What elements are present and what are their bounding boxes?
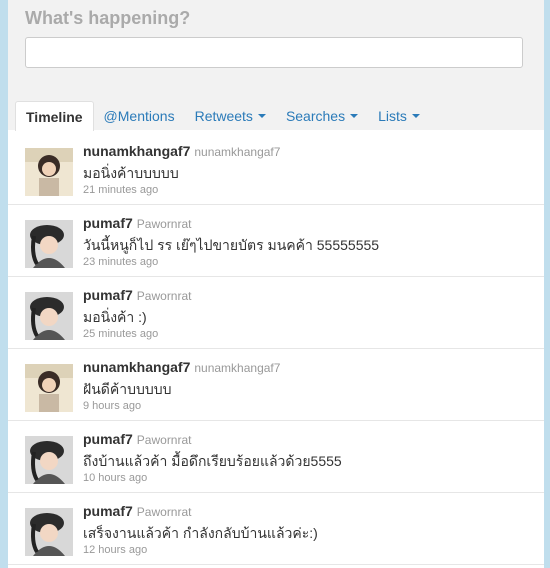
avatar-b-icon bbox=[25, 220, 73, 268]
tab-searches[interactable]: Searches bbox=[276, 101, 368, 131]
timeline-tabs: Timeline @Mentions Retweets Searches Lis… bbox=[15, 101, 430, 131]
compose-title: What's happening? bbox=[25, 8, 191, 28]
tweet-text: ถึงบ้านแล้วค้า มื้อดึกเรียบร้อยแล้วด้วย5… bbox=[83, 453, 342, 469]
tweet-realname: nunamkhangaf7 bbox=[194, 145, 281, 159]
tweet-text: วันนี้หนูก็ไป รร เย๊ๆไปขายบัตร มนคค้า 55… bbox=[83, 237, 380, 253]
avatar-a-icon bbox=[25, 148, 73, 196]
tweet-text: เสร็จงานแล้วค้า กำลังกลับบ้านแล้วค่ะ:) bbox=[83, 525, 318, 541]
tweet-timestamp[interactable]: 21 minutes ago bbox=[83, 184, 158, 196]
tweet-username[interactable]: pumaf7 Pawornrat bbox=[83, 431, 192, 447]
chevron-down-icon bbox=[411, 114, 420, 118]
chevron-down-icon bbox=[257, 114, 266, 118]
avatar[interactable] bbox=[25, 148, 73, 196]
tab-timeline[interactable]: Timeline bbox=[15, 101, 94, 131]
tweet-timestamp[interactable]: 25 minutes ago bbox=[83, 328, 158, 340]
twitter-panel: What's happening? Timeline @Mentions Ret… bbox=[8, 0, 544, 568]
avatar-b-icon bbox=[25, 292, 73, 340]
tweet-text: ฝันดีค้าบบบบบ bbox=[83, 381, 172, 397]
tweet-item[interactable]: nunamkhangaf7 nunamkhangaf7 มอนิ่งค้าบบบบ… bbox=[8, 133, 544, 205]
tweet-username[interactable]: nunamkhangaf7 nunamkhangaf7 bbox=[83, 143, 280, 159]
tweet-username[interactable]: pumaf7 Pawornrat bbox=[83, 215, 192, 231]
timeline-list: nunamkhangaf7 nunamkhangaf7 มอนิ่งค้าบบบบ… bbox=[8, 133, 544, 565]
avatar-b-icon bbox=[25, 508, 73, 556]
tweet-timestamp[interactable]: 23 minutes ago bbox=[83, 256, 158, 268]
tweet-input[interactable] bbox=[25, 37, 523, 68]
avatar-b-icon bbox=[25, 436, 73, 484]
tweet-timestamp[interactable]: 9 hours ago bbox=[83, 400, 141, 412]
avatar[interactable] bbox=[25, 508, 73, 556]
tweet-timestamp[interactable]: 12 hours ago bbox=[83, 544, 147, 556]
chevron-down-icon bbox=[350, 114, 359, 118]
tab-retweets-label: Retweets bbox=[194, 108, 253, 124]
avatar-a-icon bbox=[25, 364, 73, 412]
tweet-realname: Pawornrat bbox=[136, 217, 192, 231]
avatar[interactable] bbox=[25, 292, 73, 340]
tweet-item[interactable]: pumaf7 Pawornrat ถึงบ้านแล้วค้า มื้อดึกเร… bbox=[8, 421, 544, 493]
tweet-text: มอนิ่งค้าบบบบบ bbox=[83, 165, 179, 181]
tweet-username[interactable]: pumaf7 Pawornrat bbox=[83, 287, 192, 303]
tweet-item[interactable]: pumaf7 Pawornrat มอนิ่งค้า :) 25 minutes … bbox=[8, 277, 544, 349]
tweet-item[interactable]: pumaf7 Pawornrat วันนี้หนูก็ไป รร เย๊ๆไปข… bbox=[8, 205, 544, 277]
tweet-realname: Pawornrat bbox=[136, 433, 192, 447]
tab-lists[interactable]: Lists bbox=[368, 101, 430, 131]
tweet-realname: nunamkhangaf7 bbox=[194, 361, 281, 375]
tab-retweets[interactable]: Retweets bbox=[185, 101, 276, 131]
tweet-item[interactable]: nunamkhangaf7 nunamkhangaf7 ฝันดีค้าบบบบบ… bbox=[8, 349, 544, 421]
tweet-username[interactable]: pumaf7 Pawornrat bbox=[83, 503, 192, 519]
tweet-item[interactable]: pumaf7 Pawornrat เสร็จงานแล้วค้า กำลังกลั… bbox=[8, 493, 544, 565]
tweet-realname: Pawornrat bbox=[136, 289, 192, 303]
tab-mentions[interactable]: @Mentions bbox=[94, 101, 185, 131]
avatar[interactable] bbox=[25, 364, 73, 412]
tweet-text: มอนิ่งค้า :) bbox=[83, 309, 147, 325]
compose-area: What's happening? Timeline @Mentions Ret… bbox=[8, 0, 544, 131]
tweet-realname: Pawornrat bbox=[136, 505, 192, 519]
avatar[interactable] bbox=[25, 436, 73, 484]
tab-timeline-label: Timeline bbox=[26, 108, 83, 125]
tweet-username[interactable]: nunamkhangaf7 nunamkhangaf7 bbox=[83, 359, 280, 375]
tweet-timestamp[interactable]: 10 hours ago bbox=[83, 472, 147, 484]
tab-searches-label: Searches bbox=[285, 108, 346, 124]
tab-mentions-label: @Mentions bbox=[103, 108, 175, 124]
avatar[interactable] bbox=[25, 220, 73, 268]
tab-lists-label: Lists bbox=[378, 108, 407, 124]
